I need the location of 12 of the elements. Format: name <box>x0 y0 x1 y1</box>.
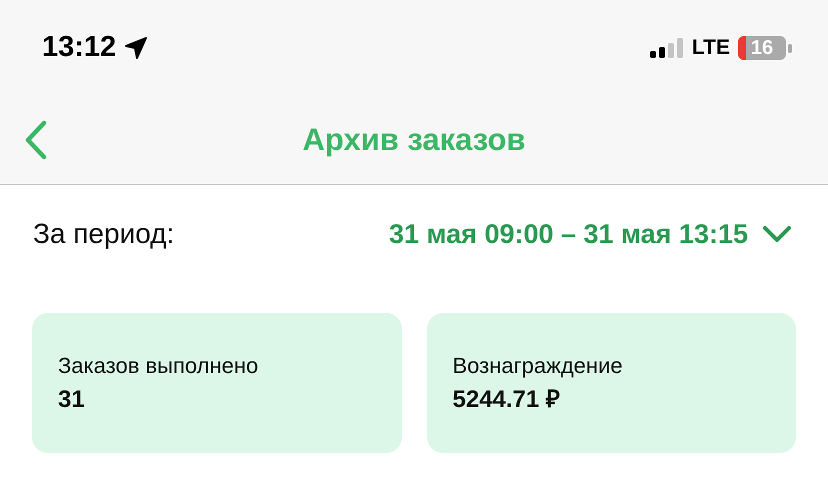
signal-icon <box>650 38 684 58</box>
network-type: LTE <box>692 35 730 62</box>
period-selector[interactable]: 31 мая 09:00 – 31 мая 13:15 <box>389 214 792 254</box>
period-label: За период: <box>33 217 174 251</box>
stat-value: 31 <box>58 385 86 415</box>
clock: 13:12 <box>42 30 116 66</box>
screen-title: Архив заказов <box>302 120 526 159</box>
stat-label: Вознаграждение <box>452 352 624 380</box>
stat-value: 5244.71 ₽ <box>452 385 561 415</box>
location-arrow-icon <box>124 36 148 60</box>
chevron-down-icon <box>762 225 792 243</box>
stat-label: Заказов выполнено <box>58 352 260 380</box>
